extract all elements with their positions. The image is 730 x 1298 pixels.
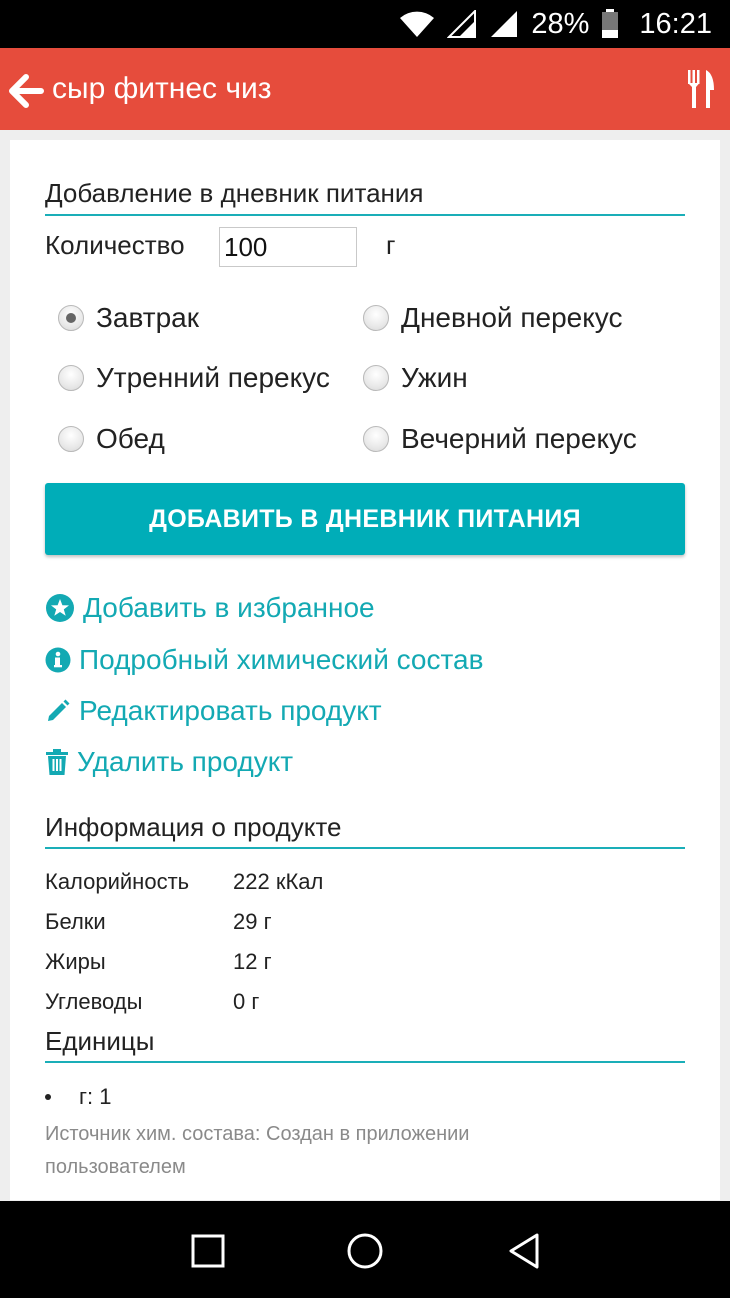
- action-label: Редактировать продукт: [79, 695, 382, 726]
- back-icon[interactable]: [505, 1231, 545, 1271]
- app-bar: сыр фитнес чиз: [0, 48, 730, 130]
- add-favorite-link[interactable]: Добавить в избранное: [45, 592, 375, 624]
- radio-unchecked[interactable]: [363, 365, 389, 391]
- quantity-input[interactable]: [219, 227, 357, 267]
- radio-unchecked[interactable]: [363, 305, 389, 331]
- info-value: 222 кКал: [233, 869, 324, 894]
- info-row-calories: Калорийность 222 кКал: [45, 869, 323, 895]
- edit-product-link[interactable]: Редактировать продукт: [45, 695, 382, 727]
- recent-apps-icon[interactable]: [188, 1231, 228, 1271]
- action-label: Добавить в избранное: [83, 592, 375, 623]
- info-name: Углеводы: [45, 989, 143, 1014]
- info-value: 29 г: [233, 909, 272, 934]
- info-name: Калорийность: [45, 869, 190, 894]
- info-value: 0 г: [233, 989, 260, 1014]
- battery-icon: [602, 9, 619, 38]
- info-icon: [45, 645, 71, 675]
- source-note: Источник хим. состава: Создан в приложен…: [45, 1123, 470, 1178]
- action-label: Подробный химический состав: [79, 644, 484, 675]
- meal-label: Завтрак: [96, 302, 199, 333]
- meal-label: Ужин: [401, 362, 468, 393]
- meal-label: Утренний перекус: [96, 362, 330, 393]
- info-value: 12 г: [233, 949, 272, 974]
- product-card: Добавление в дневник питания Количество …: [10, 140, 720, 1200]
- trash-icon: [45, 747, 69, 777]
- status-bar: 28% 16:21: [0, 0, 730, 48]
- bullet: [45, 1094, 51, 1100]
- divider: [45, 1061, 685, 1063]
- meal-radio-breakfast[interactable]: Завтрак: [58, 302, 199, 334]
- battery-percent: 28%: [531, 7, 590, 40]
- meal-label: Обед: [96, 423, 165, 454]
- meal-radio-morning-snack[interactable]: Утренний перекус: [58, 362, 330, 394]
- radio-unchecked[interactable]: [58, 426, 84, 452]
- add-to-diary-button[interactable]: ДОБАВИТЬ В ДНЕВНИК ПИТАНИЯ: [45, 483, 685, 555]
- radio-checked[interactable]: [58, 305, 84, 331]
- list-item: г: 1: [45, 1084, 111, 1110]
- navigation-bar: [0, 1201, 730, 1298]
- page-title: сыр фитнес чиз: [52, 72, 272, 105]
- quantity-label: Количество: [45, 230, 185, 260]
- meal-radio-lunch[interactable]: Обед: [58, 423, 165, 455]
- signal-icon: [447, 10, 477, 38]
- quantity-unit: г: [386, 230, 396, 260]
- action-label: Удалить продукт: [77, 746, 294, 777]
- info-row-fat: Жиры 12 г: [45, 949, 272, 975]
- info-name: Белки: [45, 909, 106, 934]
- meal-label: Вечерний перекус: [401, 423, 637, 454]
- units-title: Единицы: [45, 1026, 155, 1056]
- diary-section-title: Добавление в дневник питания: [45, 178, 424, 208]
- info-name: Жиры: [45, 949, 106, 974]
- divider: [45, 847, 685, 849]
- star-icon: [45, 593, 75, 623]
- meal-radio-day-snack[interactable]: Дневной перекус: [363, 302, 622, 334]
- cutlery-icon[interactable]: [686, 68, 716, 110]
- wifi-icon: [400, 11, 435, 37]
- meal-radio-dinner[interactable]: Ужин: [363, 362, 468, 394]
- info-row-protein: Белки 29 г: [45, 909, 272, 935]
- home-icon[interactable]: [345, 1231, 385, 1271]
- signal-icon-2: [491, 11, 518, 37]
- back-arrow-icon[interactable]: [8, 73, 44, 109]
- radio-unchecked[interactable]: [363, 426, 389, 452]
- radio-unchecked[interactable]: [58, 365, 84, 391]
- delete-product-link[interactable]: Удалить продукт: [45, 746, 293, 778]
- unit-text: г: 1: [79, 1084, 112, 1109]
- info-row-carbs: Углеводы 0 г: [45, 989, 259, 1015]
- meal-label: Дневной перекус: [401, 302, 623, 333]
- divider: [45, 214, 685, 216]
- clock: 16:21: [639, 7, 712, 40]
- product-info-title: Информация о продукте: [45, 812, 342, 842]
- chemical-composition-link[interactable]: Подробный химический состав: [45, 644, 483, 676]
- pencil-icon: [45, 696, 71, 726]
- meal-radio-evening-snack[interactable]: Вечерний перекус: [363, 423, 637, 455]
